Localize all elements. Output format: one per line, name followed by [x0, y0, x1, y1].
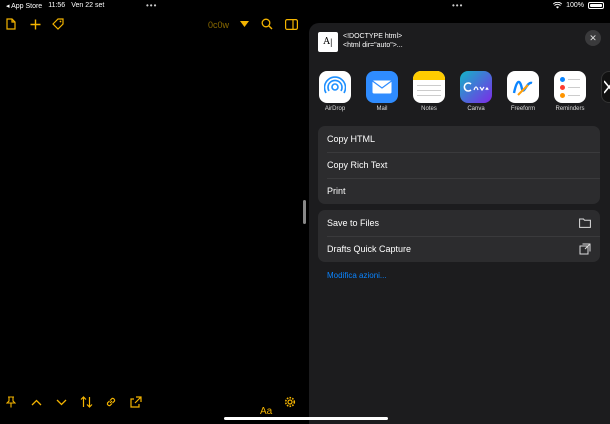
plus-icon[interactable] [28, 17, 42, 31]
share-apps-row: AirDrop Mail Notes Canva Freeform Remind… [317, 71, 610, 121]
share-app-freeform[interactable]: Freeform [505, 71, 541, 112]
reminders-icon [554, 71, 586, 103]
drafts-quick-capture-label: Drafts Quick Capture [327, 244, 412, 254]
share-app-label: Mail [376, 106, 388, 112]
drafts-quick-capture-action[interactable]: Drafts Quick Capture [318, 236, 600, 262]
split-view-handle[interactable] [303, 200, 306, 224]
save-to-files-action[interactable]: Save to Files [318, 210, 600, 236]
share-app-label: Notes [421, 106, 437, 112]
draft-editor[interactable]: 0c0w Aa [0, 12, 305, 424]
multitask-dots-left[interactable]: ••• [146, 1, 157, 10]
share-app-label: Freeform [510, 106, 536, 112]
folder-icon [579, 218, 591, 228]
print-action[interactable]: Print [318, 178, 600, 204]
canva-icon [460, 71, 492, 103]
status-time: 11:56 [48, 2, 66, 9]
multitask-dots-right[interactable]: ••• [452, 1, 463, 10]
share-app-notes[interactable]: Notes [411, 71, 447, 112]
battery-icon [588, 2, 604, 9]
font-settings-button[interactable]: Aa [260, 406, 272, 417]
actions-group-copy: Copy HTML Copy Rich Text Print [318, 126, 600, 204]
status-date: Ven 22 set [71, 2, 105, 9]
share-app-airdrop[interactable]: AirDrop [317, 71, 353, 112]
share-app-label: Reminders [555, 106, 585, 112]
new-draft-icon[interactable] [4, 17, 18, 31]
freeform-icon [507, 71, 539, 103]
pin-icon[interactable] [4, 395, 18, 409]
document-preview-icon: A | [318, 32, 338, 52]
share-app-more[interactable] [599, 71, 610, 103]
x-app-icon [601, 71, 610, 103]
back-to-app-store[interactable]: ◂ App Store [6, 2, 42, 10]
preview-line-2: <html dir="auto">... [343, 42, 403, 49]
copy-rich-text-action[interactable]: Copy Rich Text [318, 152, 600, 178]
chevron-down-icon[interactable] [54, 395, 68, 409]
mail-icon [366, 71, 398, 103]
home-indicator[interactable] [224, 417, 388, 420]
share-app-canva[interactable]: Canva [458, 71, 494, 112]
share-icon[interactable] [129, 395, 143, 409]
capture-icon [579, 243, 591, 255]
search-icon[interactable] [260, 17, 274, 31]
dropdown-caret-icon[interactable] [237, 17, 251, 31]
gear-icon[interactable] [283, 395, 297, 409]
preview-line-1: <!DOCTYPE html> [343, 33, 403, 40]
edit-actions-link[interactable]: Modifica azioni... [327, 271, 387, 280]
airdrop-icon [319, 71, 351, 103]
share-sheet: A | <!DOCTYPE html> <html dir="auto">... … [309, 23, 610, 424]
chevron-up-icon[interactable] [29, 395, 43, 409]
notes-icon [413, 71, 445, 103]
close-icon[interactable]: ✕ [585, 30, 601, 46]
copy-html-action[interactable]: Copy HTML [318, 126, 600, 152]
share-app-reminders[interactable]: Reminders [552, 71, 588, 112]
wifi-icon [553, 2, 563, 9]
share-app-label: Canva [467, 106, 485, 112]
draft-title[interactable]: 0c0w [208, 20, 229, 30]
tag-icon[interactable] [51, 17, 65, 31]
share-app-label: AirDrop [324, 106, 346, 112]
battery-percent: 100% [566, 2, 584, 9]
actions-group-save: Save to Files Drafts Quick Capture [318, 210, 600, 262]
status-bar: ◂ App Store 11:56 Ven 22 set ••• ••• 100… [0, 0, 610, 12]
link-icon[interactable] [104, 395, 118, 409]
save-to-files-label: Save to Files [327, 218, 380, 228]
reorder-arrows-icon[interactable] [79, 395, 93, 409]
sidebar-icon[interactable] [284, 17, 298, 31]
share-app-mail[interactable]: Mail [364, 71, 400, 112]
